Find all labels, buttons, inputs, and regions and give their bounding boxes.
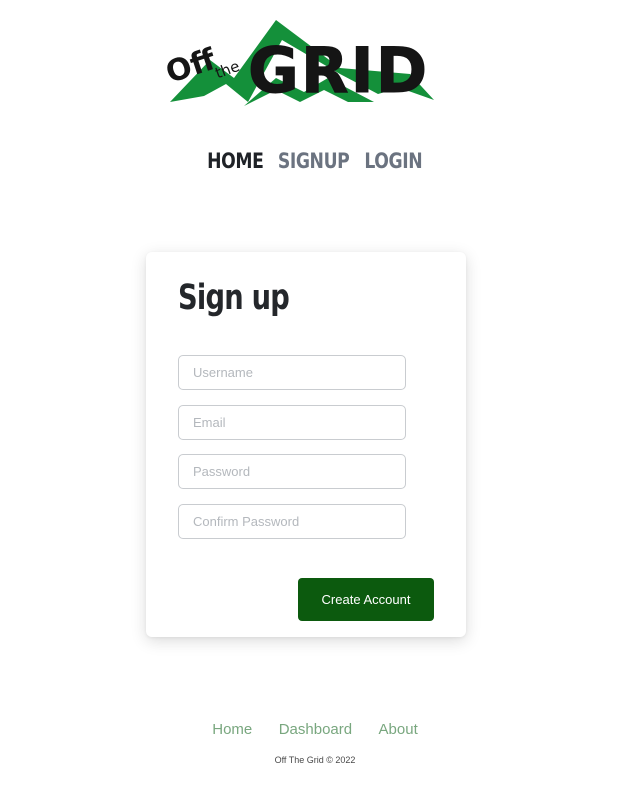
copyright-text: Off The Grid © 2022 (274, 755, 356, 765)
signup-card: Sign up Create Account (146, 252, 466, 637)
nav-home-link[interactable]: HOME (206, 149, 266, 173)
footer-links: Home Dashboard About (0, 721, 630, 739)
nav-signup-link[interactable]: SIGNUP (277, 149, 352, 173)
signup-title: Sign up (178, 278, 290, 318)
email-input[interactable] (178, 405, 406, 440)
brand-logo[interactable]: Off the GRID (164, 18, 456, 110)
nav-login-link[interactable]: LOGIN (363, 149, 424, 173)
footer-home-link[interactable]: Home (212, 721, 252, 738)
page: Off the GRID HOME SIGNUP LOGIN Sign up C… (0, 0, 630, 795)
confirm-password-input[interactable] (178, 504, 406, 539)
footer-dashboard-link[interactable]: Dashboard (279, 721, 352, 738)
username-input[interactable] (178, 355, 406, 390)
footer-about-link[interactable]: About (379, 721, 418, 738)
password-input[interactable] (178, 454, 406, 489)
logo-grid-text: GRID (248, 34, 429, 107)
top-nav: HOME SIGNUP LOGIN (0, 149, 630, 173)
create-account-button[interactable]: Create Account (298, 578, 434, 621)
mountain-logo-icon: Off the GRID (164, 20, 434, 108)
